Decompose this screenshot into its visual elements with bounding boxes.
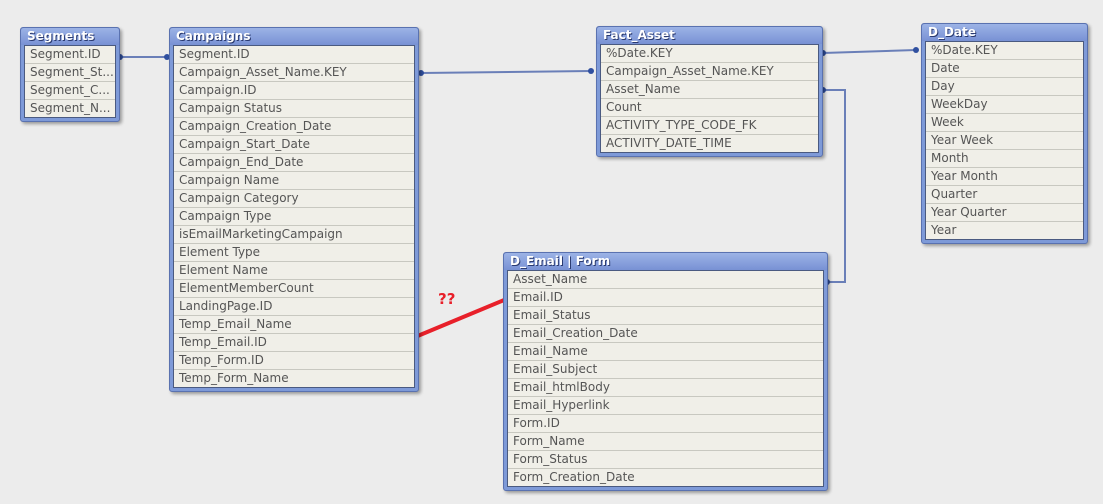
field-row[interactable]: Campaign Name xyxy=(174,172,414,190)
field-list: %Date.KEY Date Day WeekDay Week Year Week Mont… xyxy=(925,41,1084,240)
field-row[interactable]: isEmailMarketingCampaign xyxy=(174,226,414,244)
field-row[interactable]: Email_Creation_Date xyxy=(508,325,823,343)
field-row[interactable]: ACTIVITY_DATE_TIME xyxy=(601,135,818,152)
field-list: Asset_Name Email.ID Email_Status Email_Crea… xyxy=(507,270,824,487)
field-row[interactable]: Campaign Category xyxy=(174,190,414,208)
table-d-date[interactable]: D_Date %Date.KEY Date Day WeekDay Week Year We… xyxy=(921,23,1088,244)
table-campaigns[interactable]: Campaigns Segment.ID Campaign_Asset_Name.K… xyxy=(169,27,419,392)
field-row[interactable]: %Date.KEY xyxy=(926,42,1083,60)
field-row[interactable]: Week xyxy=(926,114,1083,132)
field-row[interactable]: Temp_Email_Name xyxy=(174,316,414,334)
field-row[interactable]: Form_Status xyxy=(508,451,823,469)
table-title[interactable]: Segments xyxy=(21,28,119,45)
field-row[interactable]: WeekDay xyxy=(926,96,1083,114)
field-row[interactable]: Temp_Form_Name xyxy=(174,370,414,387)
field-row[interactable]: Form.ID xyxy=(508,415,823,433)
field-row[interactable]: Element Type xyxy=(174,244,414,262)
field-row[interactable]: Year Quarter xyxy=(926,204,1083,222)
field-row[interactable]: Email_Subject xyxy=(508,361,823,379)
field-row[interactable]: Campaign Type xyxy=(174,208,414,226)
red-annotation-line xyxy=(407,296,510,342)
field-row[interactable]: Year Month xyxy=(926,168,1083,186)
field-row[interactable]: Campaign_Asset_Name.KEY xyxy=(601,63,818,81)
field-row[interactable]: Month xyxy=(926,150,1083,168)
field-row[interactable]: Asset_Name xyxy=(601,81,818,99)
field-row[interactable]: ACTIVITY_TYPE_CODE_FK xyxy=(601,117,818,135)
field-row[interactable]: Quarter xyxy=(926,186,1083,204)
table-title[interactable]: Fact_Asset xyxy=(597,27,822,44)
field-list: %Date.KEY Campaign_Asset_Name.KEY Asset_Na… xyxy=(600,44,819,153)
field-row[interactable]: Segment_C... xyxy=(25,82,115,100)
table-title[interactable]: D_Date xyxy=(922,24,1087,41)
field-row[interactable]: Campaign_Start_Date xyxy=(174,136,414,154)
field-list: Segment.ID Segment_St... Segment_C... Segme… xyxy=(24,45,116,118)
field-row[interactable]: Temp_Form.ID xyxy=(174,352,414,370)
field-row[interactable]: Day xyxy=(926,78,1083,96)
table-fact-asset[interactable]: Fact_Asset %Date.KEY Campaign_Asset_Name.K… xyxy=(596,26,823,157)
field-row[interactable]: Form_Name xyxy=(508,433,823,451)
field-row[interactable]: Segment_N... xyxy=(25,100,115,117)
link-fact-asset-d-date xyxy=(822,49,917,54)
field-row[interactable]: %Date.KEY xyxy=(601,45,818,63)
field-row[interactable]: Asset_Name xyxy=(508,271,823,289)
table-segments[interactable]: Segments Segment.ID Segment_St... Segment_C… xyxy=(20,27,120,122)
field-row[interactable]: Email_Name xyxy=(508,343,823,361)
field-row[interactable]: Email.ID xyxy=(508,289,823,307)
field-row[interactable]: Email_Status xyxy=(508,307,823,325)
field-row[interactable]: Campaign Status xyxy=(174,100,414,118)
field-row[interactable]: Campaign_Asset_Name.KEY xyxy=(174,64,414,82)
field-list: Segment.ID Campaign_Asset_Name.KEY Campaig… xyxy=(173,45,415,388)
field-row[interactable]: Year Week xyxy=(926,132,1083,150)
table-d-email-form[interactable]: D_Email | Form Asset_Name Email.ID Email_St… xyxy=(503,252,828,491)
field-row[interactable]: Campaign_End_Date xyxy=(174,154,414,172)
field-row[interactable]: Segment.ID xyxy=(174,46,414,64)
field-row[interactable]: Segment.ID xyxy=(25,46,115,64)
table-title[interactable]: Campaigns xyxy=(170,28,418,45)
field-row[interactable]: Form_Creation_Date xyxy=(508,469,823,486)
field-row[interactable]: Segment_St... xyxy=(25,64,115,82)
field-row[interactable]: Email_Hyperlink xyxy=(508,397,823,415)
link-campaigns-fact-asset xyxy=(420,70,592,74)
field-row[interactable]: ElementMemberCount xyxy=(174,280,414,298)
field-row[interactable]: Date xyxy=(926,60,1083,78)
table-title[interactable]: D_Email | Form xyxy=(504,253,827,270)
field-row[interactable]: Year xyxy=(926,222,1083,239)
field-row[interactable]: Count xyxy=(601,99,818,117)
field-row[interactable]: Temp_Email.ID xyxy=(174,334,414,352)
field-row[interactable]: LandingPage.ID xyxy=(174,298,414,316)
field-row[interactable]: Campaign.ID xyxy=(174,82,414,100)
field-row[interactable]: Campaign_Creation_Date xyxy=(174,118,414,136)
question-annotation: ?? xyxy=(438,290,456,308)
field-row[interactable]: Element Name xyxy=(174,262,414,280)
field-row[interactable]: Email_htmlBody xyxy=(508,379,823,397)
